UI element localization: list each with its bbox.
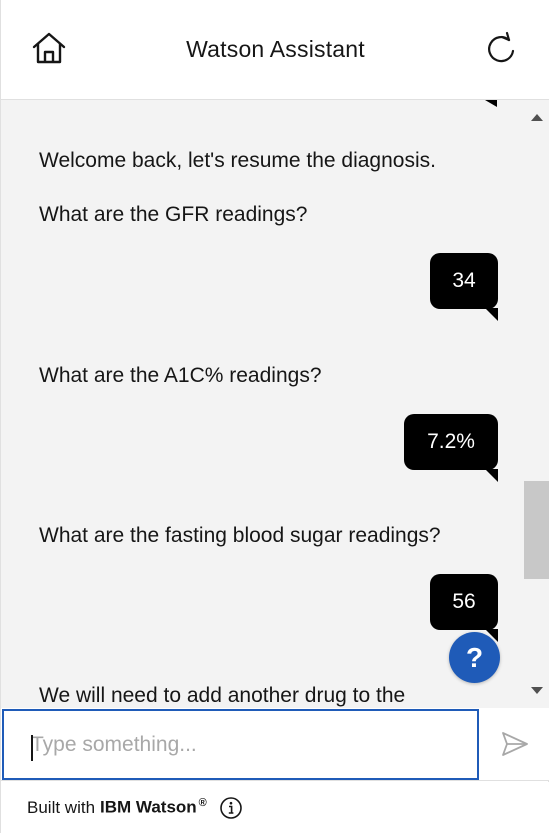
- previous-bubble-tail: [485, 100, 497, 107]
- restart-button[interactable]: [481, 30, 521, 68]
- footer: Built with IBM Watson ®: [1, 782, 549, 833]
- caret-down-icon: [531, 687, 543, 694]
- footer-prefix: Built with: [27, 797, 96, 817]
- message-input-container: [2, 709, 479, 780]
- bot-message: What are the GFR readings?: [39, 203, 308, 226]
- scroll-up-button[interactable]: [529, 110, 545, 124]
- scroll-down-button[interactable]: [529, 683, 545, 699]
- scrollbar-thumb[interactable]: [524, 481, 549, 579]
- user-message: 34: [430, 253, 498, 321]
- caret-up-icon: [531, 114, 543, 121]
- user-message-text: 7.2%: [427, 430, 475, 453]
- help-button[interactable]: ?: [449, 632, 500, 683]
- help-icon: ?: [465, 641, 484, 673]
- text-caret: [31, 735, 33, 761]
- bot-message: What are the fasting blood sugar reading…: [39, 524, 441, 547]
- message-input[interactable]: [31, 724, 451, 765]
- send-button[interactable]: [497, 726, 533, 762]
- registered-mark: ®: [198, 797, 207, 810]
- user-message-text: 56: [452, 590, 476, 613]
- footer-brand-name: IBM Watson: [100, 797, 197, 817]
- user-message-text: 34: [452, 269, 476, 292]
- assistant-widget: Watson Assistant Welcome back, let's res…: [0, 0, 549, 833]
- header: Watson Assistant: [1, 0, 549, 100]
- user-message: 56: [430, 574, 498, 642]
- bot-message: We will need to add another drug to the: [39, 684, 406, 707]
- header-title: Watson Assistant: [186, 36, 365, 62]
- bubble-tail: [485, 308, 498, 321]
- bot-message: What are the A1C% readings?: [39, 364, 322, 387]
- message-list[interactable]: Welcome back, let's resume the diagnosis…: [1, 100, 549, 708]
- info-button[interactable]: [219, 796, 243, 820]
- bubble-tail: [485, 469, 498, 482]
- input-row: [1, 708, 549, 781]
- info-icon: [219, 796, 242, 819]
- restart-icon: [488, 31, 515, 63]
- send-icon: [502, 732, 528, 756]
- user-message: 7.2%: [404, 414, 498, 482]
- footer-brand: IBM Watson ®: [100, 797, 207, 818]
- bot-message: Welcome back, let's resume the diagnosis…: [39, 149, 436, 172]
